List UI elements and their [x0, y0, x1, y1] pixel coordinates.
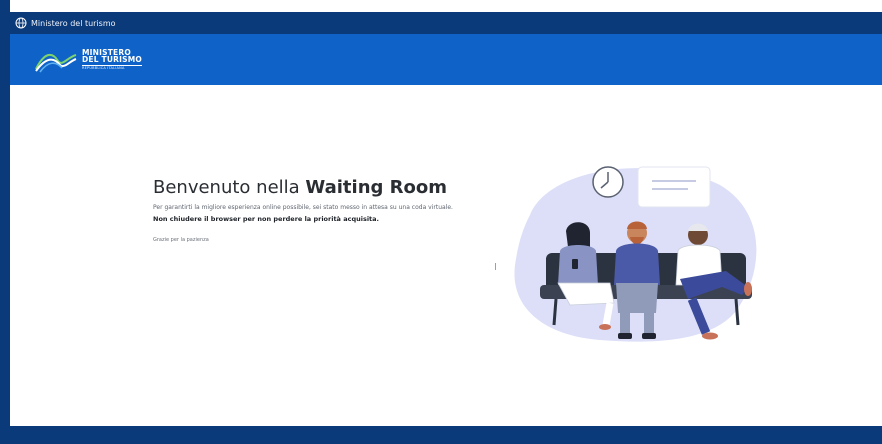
clock-icon: [592, 166, 624, 198]
title-emphasis: Waiting Room: [305, 177, 448, 198]
title-prefix: Benvenuto nella: [153, 177, 306, 198]
logo-line-3: REPUBBLICA ITALIANA: [82, 65, 125, 70]
page-title: Benvenuto nella Waiting Room: [153, 177, 513, 198]
main-content: Benvenuto nella Waiting Room Per garanti…: [10, 85, 882, 426]
waiting-room-illustration: [514, 166, 757, 342]
government-topbar: Ministero del turismo: [10, 12, 882, 34]
logo-text: MINISTERO DEL TURISMO REPUBBLICA ITALIAN…: [82, 49, 142, 71]
text-cursor-mark: [495, 263, 496, 270]
wall-board-icon: [637, 166, 711, 208]
logo-line-2: DEL TURISMO: [82, 55, 142, 66]
globe-icon: [15, 17, 27, 29]
site-footer: [0, 426, 882, 444]
site-header: MINISTERO DEL TURISMO REPUBBLICA ITALIAN…: [10, 34, 882, 85]
thanks-text: Grazie per la pazienza: [153, 236, 209, 243]
left-frame-bar: [0, 0, 10, 444]
welcome-text-block: Benvenuto nella Waiting Room Per garanti…: [153, 177, 513, 243]
intro-text: Per garantirti la migliore esperienza on…: [153, 204, 453, 211]
ministry-wave-logo-icon: [35, 53, 77, 72]
government-link[interactable]: Ministero del turismo: [31, 19, 116, 28]
warning-text: Non chiudere il browser per non perdere …: [153, 214, 380, 223]
ministry-logo[interactable]: MINISTERO DEL TURISMO REPUBBLICA ITALIAN…: [34, 47, 142, 73]
